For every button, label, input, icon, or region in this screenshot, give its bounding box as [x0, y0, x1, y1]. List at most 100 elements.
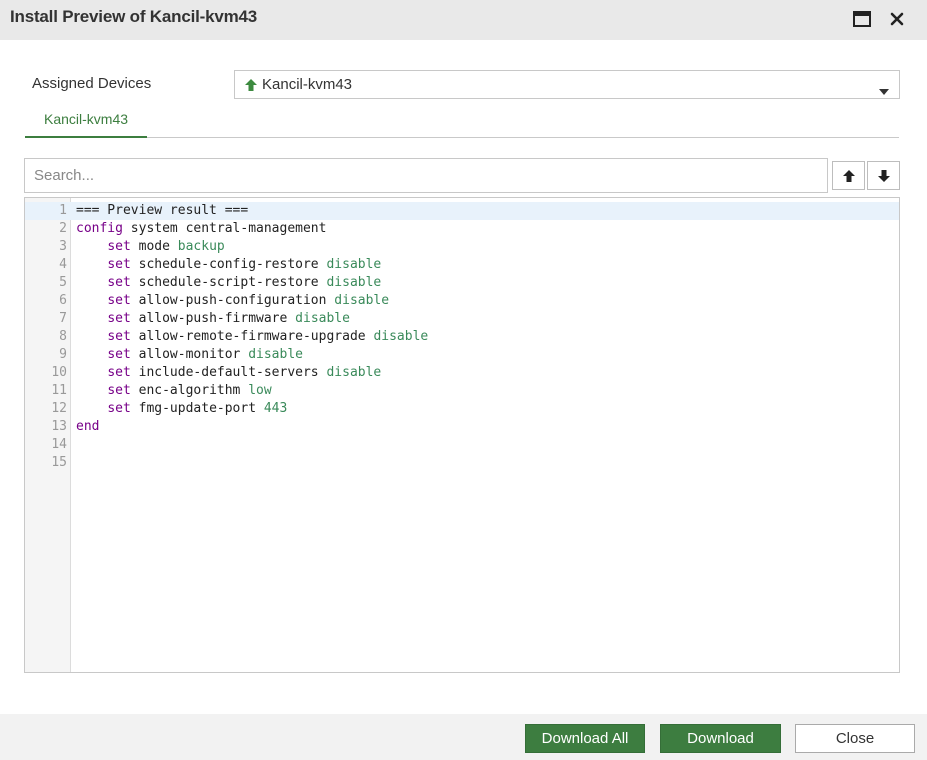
code-text: schedule-script-restore — [130, 275, 327, 290]
line-code: set allow-push-firmware disable — [76, 310, 350, 328]
close-button[interactable]: Close — [795, 724, 915, 753]
code-line: 10 set include-default-servers disable — [25, 364, 899, 382]
code-line: 11 set enc-algorithm low — [25, 382, 899, 400]
code-line: 6 set allow-push-configuration disable — [25, 292, 899, 310]
line-number: 1 — [59, 203, 67, 218]
line-number: 12 — [51, 401, 67, 416]
download-button[interactable]: Download — [660, 724, 781, 753]
search-input[interactable] — [24, 158, 828, 193]
code-value: disable — [373, 329, 429, 344]
code-line: 5 set schedule-script-restore disable — [25, 274, 899, 292]
code-keyword: set — [107, 257, 131, 272]
line-code: === Preview result === — [76, 202, 248, 220]
code-line: 14 — [25, 436, 899, 454]
line-code: set allow-monitor disable — [76, 346, 303, 364]
line-number: 3 — [59, 239, 67, 254]
code-text: schedule-config-restore — [130, 257, 327, 272]
code-keyword: end — [76, 419, 100, 434]
arrow-up-icon — [842, 169, 855, 182]
code-value: disable — [248, 347, 303, 362]
code-keyword: set — [107, 239, 131, 254]
line-number: 6 — [59, 293, 67, 308]
line-number: 11 — [51, 383, 67, 398]
code-preview-editor[interactable]: 1 === Preview result === 2 config system ce… — [24, 197, 900, 673]
dialog-title: Install Preview of Kancil-kvm43 — [10, 7, 258, 26]
line-number: 10 — [51, 365, 67, 380]
code-line: 1 === Preview result === — [25, 202, 899, 220]
code-value: disable — [295, 311, 350, 326]
code-keyword: config — [76, 221, 123, 236]
code-text: include-default-servers — [130, 365, 327, 380]
code-keyword: set — [107, 383, 131, 398]
code-text: mode — [130, 239, 178, 254]
assigned-devices-label: Assigned Devices — [32, 75, 152, 92]
code-text: === Preview result === — [76, 203, 249, 218]
dialog-footer: Download All Download Close — [0, 714, 927, 760]
code-text: system central-management — [122, 221, 327, 236]
code-keyword: set — [107, 275, 131, 290]
line-number: 13 — [51, 419, 67, 434]
arrow-down-icon — [877, 169, 890, 182]
line-number: 5 — [59, 275, 67, 290]
line-code: set mode backup — [76, 238, 224, 256]
line-code: set allow-push-configuration disable — [76, 292, 389, 310]
code-keyword: set — [107, 311, 131, 326]
code-value: 443 — [263, 401, 288, 416]
caret-down-icon — [879, 82, 889, 100]
line-number: 9 — [59, 347, 67, 362]
code-line: 4 set schedule-config-restore disable — [25, 256, 899, 274]
code-line: 7 set allow-push-firmware disable — [25, 310, 899, 328]
code-text: allow-monitor — [130, 347, 249, 362]
code-keyword: set — [107, 293, 131, 308]
line-number: 14 — [51, 437, 67, 452]
code-value: low — [248, 383, 272, 398]
device-tab-strip: Kancil-kvm43 — [25, 101, 899, 138]
line-code: config system central-management — [76, 220, 326, 238]
code-text: allow-remote-firmware-upgrade — [130, 329, 374, 344]
code-value: disable — [326, 275, 382, 290]
tab-kancil-kvm43[interactable]: Kancil-kvm43 — [25, 101, 147, 138]
line-number: 7 — [59, 311, 67, 326]
code-keyword: set — [107, 365, 131, 380]
line-number: 2 — [59, 221, 67, 236]
code-keyword: set — [107, 329, 131, 344]
arrow-up-icon — [244, 78, 258, 92]
code-value: disable — [326, 365, 382, 380]
code-text: allow-push-firmware — [130, 311, 296, 326]
code-line: 15 — [25, 454, 899, 472]
code-line: 13 end — [25, 418, 899, 436]
assigned-devices-select[interactable]: Kancil-kvm43 — [234, 70, 900, 99]
line-code: set include-default-servers disable — [76, 364, 381, 382]
search-prev-button[interactable] — [832, 161, 865, 190]
search-next-button[interactable] — [867, 161, 900, 190]
line-code: set allow-remote-firmware-upgrade disabl… — [76, 328, 428, 346]
code-keyword: set — [107, 347, 131, 362]
maximize-icon — [853, 11, 871, 27]
line-number: 4 — [59, 257, 67, 272]
code-lines: 1 === Preview result === 2 config system ce… — [25, 202, 899, 472]
download-all-button[interactable]: Download All — [525, 724, 645, 753]
close-window-button[interactable] — [886, 8, 908, 30]
code-line: 2 config system central-management — [25, 220, 899, 238]
code-line: 3 set mode backup — [25, 238, 899, 256]
maximize-button[interactable] — [851, 8, 873, 30]
line-code: end — [76, 418, 99, 436]
code-line: 8 set allow-remote-firmware-upgrade disa… — [25, 328, 899, 346]
selected-device-text: Kancil-kvm43 — [262, 76, 353, 93]
line-number: 15 — [51, 455, 67, 470]
title-bar: Install Preview of Kancil-kvm43 — [0, 0, 927, 40]
line-code: set schedule-script-restore disable — [76, 274, 381, 292]
line-code: set fmg-update-port 443 — [76, 400, 287, 418]
code-line: 9 set allow-monitor disable — [25, 346, 899, 364]
code-text: fmg-update-port — [130, 401, 264, 416]
code-text: allow-push-configuration — [130, 293, 335, 308]
